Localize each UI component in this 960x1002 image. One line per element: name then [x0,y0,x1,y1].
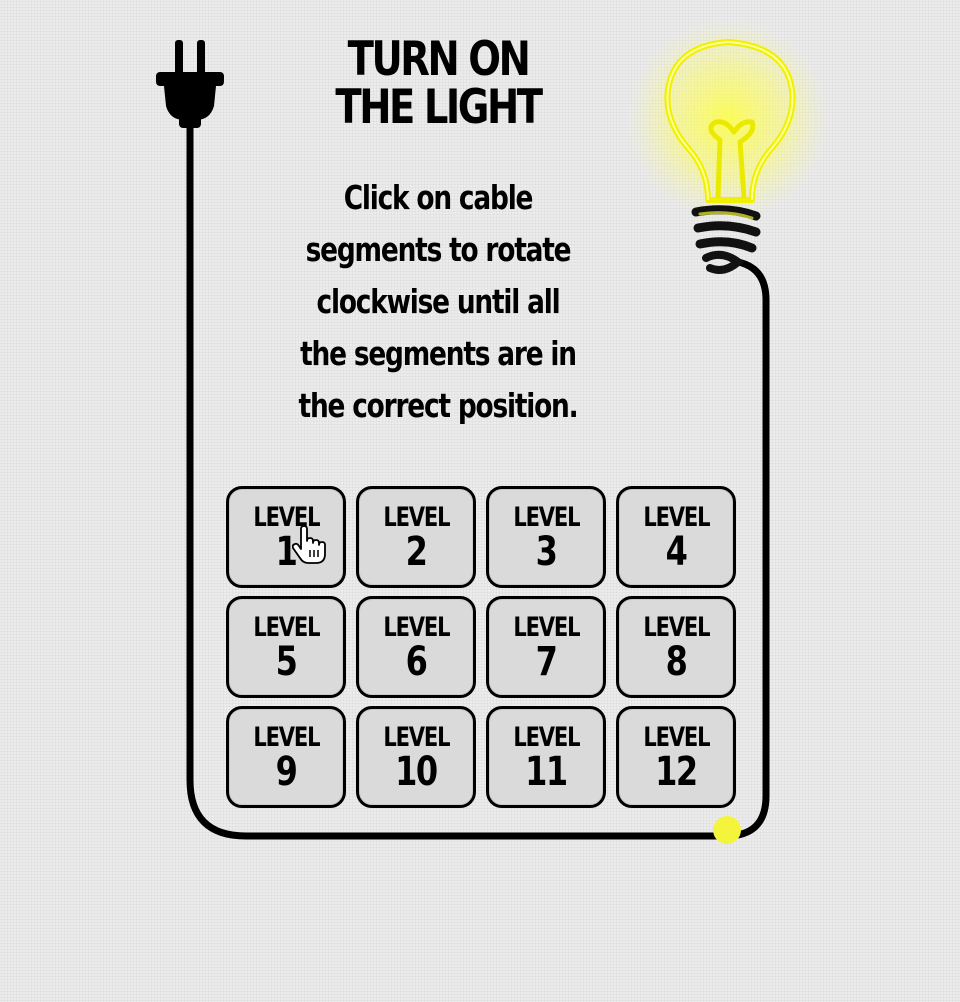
level-1-button[interactable]: LEVEL 1 [226,486,346,588]
level-2-button[interactable]: LEVEL 2 [356,486,476,588]
level-label: LEVEL [382,612,450,643]
level-number: 9 [275,749,298,795]
plug-icon [156,40,224,128]
level-label: LEVEL [252,612,320,643]
level-number: 6 [405,639,428,685]
level-number: 12 [655,749,698,795]
cable-end-dot [713,816,741,844]
level-number: 8 [665,639,688,685]
instruction-line: the segments are in [300,334,577,373]
instruction-line: segments to rotate [305,230,572,269]
level-11-button[interactable]: LEVEL 11 [486,706,606,808]
level-number: 2 [405,529,428,575]
level-label: LEVEL [252,722,320,753]
level-7-button[interactable]: LEVEL 7 [486,596,606,698]
title-line-1: TURN ON [347,32,531,87]
level-10-button[interactable]: LEVEL 10 [356,706,476,808]
light-bulb-icon [628,20,828,274]
level-label: LEVEL [642,502,710,533]
level-12-button[interactable]: LEVEL 12 [616,706,736,808]
level-label: LEVEL [512,722,580,753]
level-label: LEVEL [642,612,710,643]
instruction-line: Click on cable [343,178,534,217]
title-line-2: THE LIGHT [335,80,543,135]
level-number: 3 [535,529,558,575]
level-3-button[interactable]: LEVEL 3 [486,486,606,588]
level-5-button[interactable]: LEVEL 5 [226,596,346,698]
instruction-line: the correct position. [298,386,579,425]
level-number: 7 [535,639,558,685]
level-label: LEVEL [382,502,450,533]
level-label: LEVEL [512,612,580,643]
level-number: 4 [665,529,688,575]
level-4-button[interactable]: LEVEL 4 [616,486,736,588]
instructions-text: Click on cable segments to rotate clockw… [298,172,579,432]
level-number: 5 [275,639,298,685]
instruction-line: clockwise until all [316,282,561,321]
level-8-button[interactable]: LEVEL 8 [616,596,736,698]
level-6-button[interactable]: LEVEL 6 [356,596,476,698]
game-title: TURN ON THE LIGHT [315,36,561,132]
level-label: LEVEL [642,722,710,753]
level-label: LEVEL [382,722,450,753]
hand-pointer-icon [292,526,326,564]
level-9-button[interactable]: LEVEL 9 [226,706,346,808]
level-number: 10 [395,749,438,795]
level-label: LEVEL [512,502,580,533]
level-number: 11 [525,749,568,795]
